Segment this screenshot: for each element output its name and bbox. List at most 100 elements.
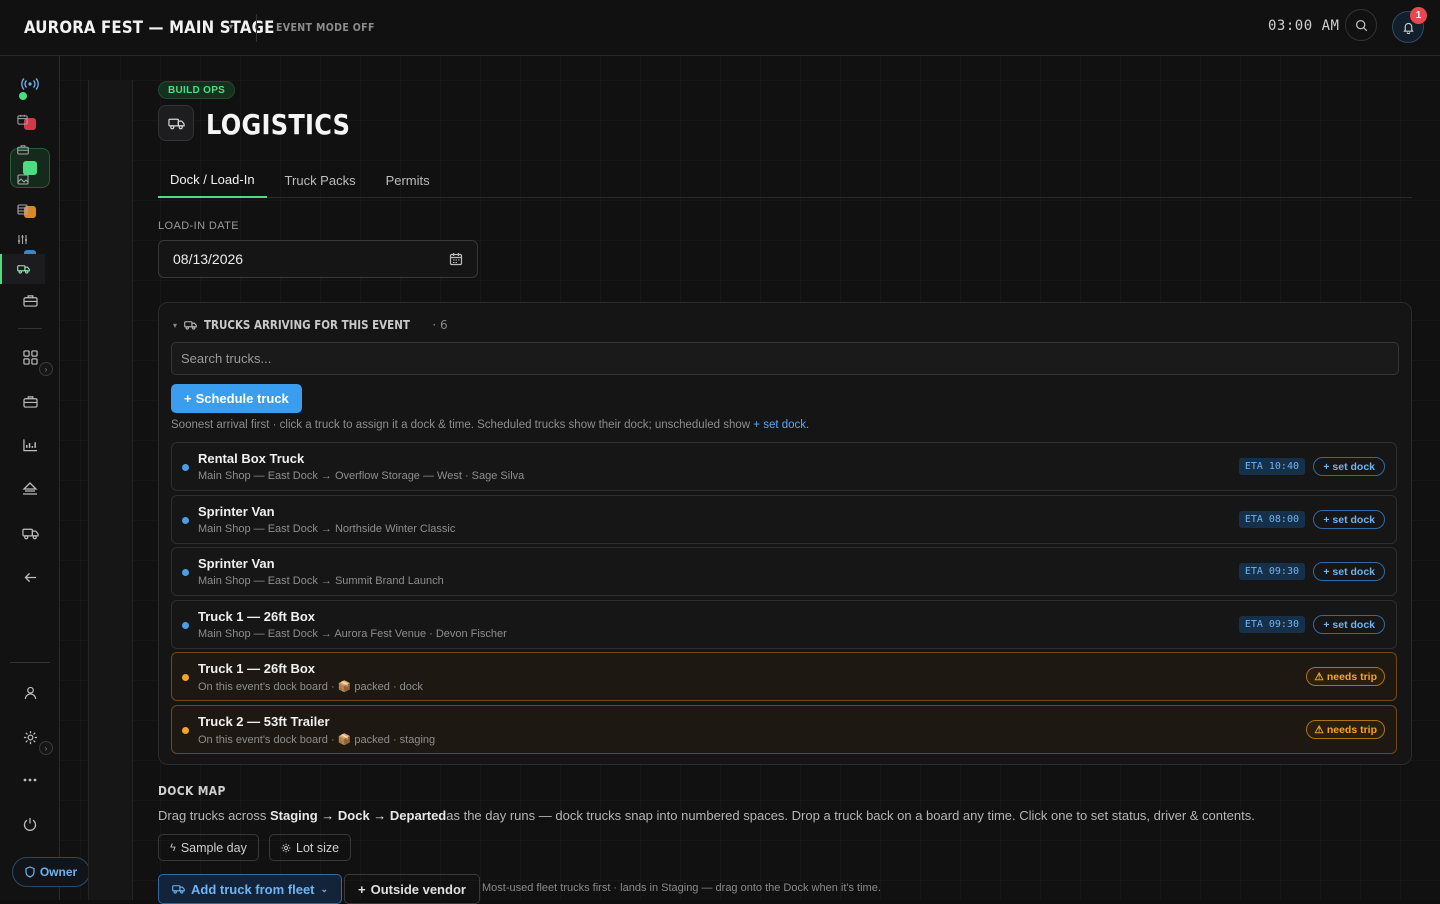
owner-label: Owner: [39, 865, 78, 879]
truck-row[interactable]: Truck 2 — 53ft Trailer On this event's d…: [171, 705, 1397, 754]
tab-truck-packs[interactable]: Truck Packs: [273, 162, 368, 198]
truck-icon: [184, 321, 197, 330]
dock-map-title: DOCK MAP: [158, 783, 226, 798]
user-icon: [24, 686, 36, 700]
settings-icon: [23, 730, 37, 744]
trucks-panel-header[interactable]: ▾ TRUCKS ARRIVING FOR THIS EVENT · 6: [173, 318, 448, 332]
rail-kits[interactable]: [10, 280, 50, 320]
truck-row[interactable]: Sprinter Van Main Shop — East Dock → Nor…: [171, 495, 1397, 544]
truck-row[interactable]: Truck 1 — 26ft Box On this event's dock …: [171, 652, 1397, 701]
truck-board-status: On this event's dock board · 📦 packed · …: [198, 681, 423, 693]
truck-name: Truck 1 — 26ft Box: [198, 661, 316, 676]
event-dropdown-caret-icon[interactable]: ▾: [229, 22, 233, 31]
truck-row[interactable]: Rental Box Truck Main Shop — East Dock →…: [171, 442, 1397, 491]
expand-chevron-icon[interactable]: ›: [39, 362, 53, 376]
rail-reports[interactable]: [10, 425, 50, 465]
dock-desc-flow: Staging → Dock → Departed: [270, 808, 447, 823]
rail-logistics[interactable]: [10, 513, 50, 553]
settings-icon: [281, 843, 291, 852]
bell-icon: [1402, 22, 1414, 34]
needs-trip-badge[interactable]: ⚠ needs trip: [1306, 667, 1385, 686]
bolt-icon: ϟ: [170, 841, 176, 854]
subnav-calendar[interactable]: [0, 104, 45, 134]
page-title: LOGISTICS: [206, 108, 351, 141]
section-tag: BUILD OPS: [158, 81, 236, 99]
load-in-date-field[interactable]: 08/13/2026: [158, 240, 478, 278]
rail-power[interactable]: [10, 804, 50, 844]
dock-desc-suffix: as the day runs — dock trucks snap into …: [446, 808, 1255, 823]
status-dot-icon: [182, 464, 189, 471]
subnav-logistics[interactable]: [0, 254, 45, 284]
set-dock-button[interactable]: + set dock: [1313, 615, 1385, 634]
plus-icon: +: [358, 881, 366, 897]
truck-name: Truck 1 — 26ft Box: [198, 609, 316, 624]
search-button[interactable]: [1345, 9, 1377, 41]
set-dock-button[interactable]: + set dock: [1313, 510, 1385, 529]
dock-desc-prefix: Drag trucks across: [158, 808, 267, 823]
notification-badge: 1: [1410, 7, 1427, 24]
rail-back[interactable]: [10, 557, 50, 597]
sample-day-button[interactable]: ϟ Sample day: [158, 834, 259, 861]
sliders-icon: [18, 234, 27, 244]
warning-icon: ⚠: [1314, 723, 1324, 736]
rail-more[interactable]: [10, 760, 50, 800]
set-dock-button[interactable]: + set dock: [1313, 457, 1385, 476]
chevron-down-icon: ⌄: [320, 883, 329, 894]
tab-permits[interactable]: Permits: [374, 162, 442, 198]
truck-icon: [167, 118, 185, 129]
lot-size-button[interactable]: Lot size: [269, 834, 352, 861]
rail-profile[interactable]: [10, 673, 50, 713]
search-icon: [1355, 19, 1367, 31]
load-in-date-label: LOAD-IN DATE: [158, 220, 239, 232]
rail-divider: [10, 662, 50, 663]
tab-dock-load-in[interactable]: Dock / Load-In: [158, 162, 267, 198]
set-dock-hint-link[interactable]: + set dock.: [753, 419, 809, 431]
trucks-count: · 6: [432, 318, 448, 332]
schedule-truck-label: Schedule truck: [195, 391, 289, 406]
truck-route: Main Shop — East Dock → Aurora Fest Venu…: [198, 628, 507, 640]
collapse-caret-icon[interactable]: ▾: [173, 321, 177, 330]
image-icon: [16, 173, 29, 185]
page-icon: [158, 105, 194, 141]
trucks-panel: ▾ TRUCKS ARRIVING FOR THIS EVENT · 6 + S…: [158, 302, 1412, 765]
schedule-truck-button[interactable]: + Schedule truck: [171, 384, 302, 413]
chart-icon: [22, 439, 37, 452]
expand-chevron-icon[interactable]: ›: [39, 741, 53, 755]
grid-icon: [22, 349, 38, 365]
eta-badge: ETA 10:40: [1238, 458, 1305, 475]
tab-bar: Dock / Load-In Truck Packs Permits: [158, 162, 1412, 198]
calendar-icon[interactable]: [449, 252, 463, 266]
event-title[interactable]: AURORA FEST — MAIN STAGE: [24, 18, 274, 38]
truck-row[interactable]: Sprinter Van Main Shop — East Dock → Sum…: [171, 547, 1397, 596]
power-icon: [23, 818, 37, 831]
subnav-kits[interactable]: [0, 134, 45, 164]
needs-trip-badge[interactable]: ⚠ needs trip: [1306, 720, 1385, 739]
truck-name: Rental Box Truck: [198, 451, 305, 466]
needs-trip-label: needs trip: [1326, 723, 1377, 736]
shield-icon: [25, 866, 35, 878]
warning-icon: ⚠: [1314, 670, 1324, 683]
truck-route: Main Shop — East Dock → Summit Brand Lau…: [198, 575, 444, 587]
dock-map-description: Drag trucks across Staging → Dock → Depa…: [158, 808, 1255, 823]
truck-row[interactable]: Truck 1 — 26ft Box Main Shop — East Dock…: [171, 600, 1397, 649]
status-dot-icon: [182, 727, 189, 734]
top-bar: AURORA FEST — MAIN STAGE: [0, 0, 1440, 56]
subnav-mixer[interactable]: [0, 224, 45, 254]
truck-icon: [172, 885, 185, 894]
clock: 03:00 AM: [1268, 18, 1340, 34]
set-dock-button[interactable]: + set dock: [1313, 562, 1385, 581]
owner-role-button[interactable]: Owner: [12, 857, 90, 887]
truck-name: Sprinter Van: [198, 556, 275, 571]
rail-stages[interactable]: [10, 468, 50, 508]
eta-badge: ETA 09:30: [1238, 563, 1305, 580]
search-trucks-input[interactable]: [171, 342, 1399, 375]
truck-route: Main Shop — East Dock → Northside Winter…: [198, 523, 456, 535]
status-dot-icon: [182, 569, 189, 576]
status-dot-icon: [18, 92, 27, 100]
subnav-storage[interactable]: [0, 194, 45, 224]
truck-icon: [21, 528, 39, 539]
subnav-media[interactable]: [0, 164, 45, 194]
needs-trip-label: needs trip: [1326, 670, 1377, 683]
rail-inventory[interactable]: [10, 381, 50, 421]
event-mode-toggle[interactable]: EVENT MODE OFF: [276, 21, 375, 34]
